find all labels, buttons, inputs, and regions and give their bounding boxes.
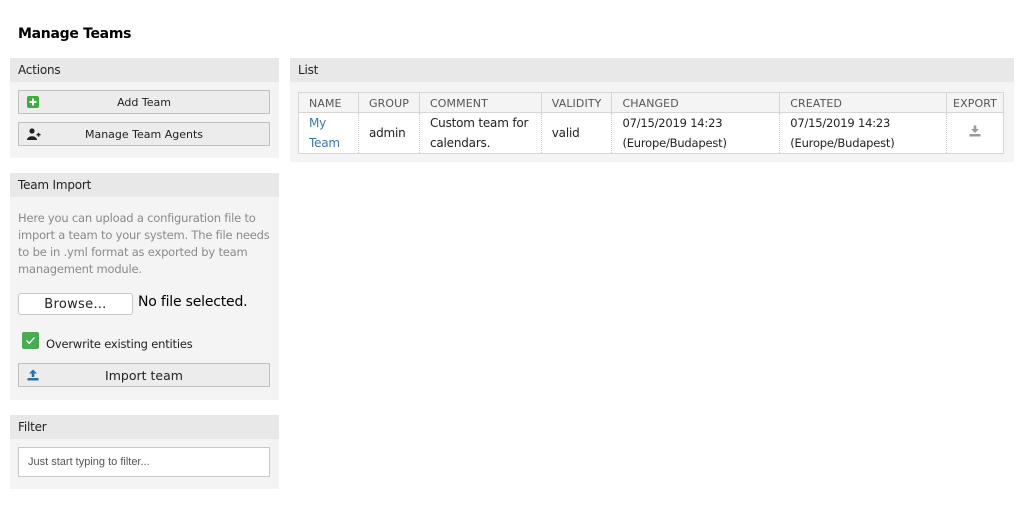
column-header-validity[interactable]: VALIDITY [541, 92, 613, 113]
overwrite-checkbox[interactable] [22, 332, 39, 349]
actions-widget: Actions Add Team Manage Team Agents [10, 58, 279, 158]
table-row[interactable]: My Team admin Custom team for calendars.… [298, 112, 1004, 154]
column-header-changed[interactable]: CHANGED [611, 92, 781, 113]
created-date: 07/15/2019 14:23 [790, 116, 891, 130]
cell-export [947, 113, 1004, 154]
filter-header: Filter [10, 415, 279, 439]
teams-table: NAME GROUP COMMENT VALIDITY CHANGED CREA… [298, 92, 1004, 154]
add-team-label: Add Team [117, 95, 171, 109]
column-header-created[interactable]: CREATED [779, 92, 948, 113]
plus-square-icon [27, 96, 39, 108]
column-header-export: EXPORT [946, 92, 1004, 113]
team-import-header: Team Import [10, 173, 279, 197]
list-widget: List NAME GROUP COMMENT VALIDITY CHANGED… [290, 58, 1014, 162]
download-icon[interactable] [969, 123, 981, 143]
check-icon [26, 337, 35, 345]
cell-changed: 07/15/2019 14:23 (Europe/Budapest) [611, 112, 781, 154]
page-title: Manage Teams [18, 26, 132, 42]
column-header-name[interactable]: NAME [298, 92, 359, 113]
filter-widget: Filter [10, 415, 279, 489]
cell-comment: Custom team for calendars. [419, 112, 542, 154]
cell-group: admin [358, 112, 420, 154]
manage-team-agents-label: Manage Team Agents [84, 127, 204, 141]
changed-date: 07/15/2019 14:23 [622, 116, 723, 130]
list-header: List [290, 58, 1014, 82]
import-description: Here you can upload a configuration file… [18, 211, 270, 276]
file-status: No file selected. [138, 294, 248, 310]
user-plus-icon [27, 128, 41, 140]
cell-created: 07/15/2019 14:23 (Europe/Budapest) [779, 112, 948, 154]
created-timezone: (Europe/Budapest) [790, 136, 895, 150]
manage-team-agents-button[interactable]: Manage Team Agents [18, 122, 270, 146]
column-header-group[interactable]: GROUP [358, 92, 420, 113]
team-name-link[interactable]: My Team [309, 113, 343, 153]
cell-validity: valid [541, 112, 613, 154]
import-team-button[interactable]: Import team [18, 363, 270, 387]
import-team-label: Import team [105, 367, 183, 383]
upload-icon [27, 369, 39, 381]
cell-name[interactable]: My Team [298, 112, 359, 154]
add-team-button[interactable]: Add Team [18, 90, 270, 114]
table-header-row: NAME GROUP COMMENT VALIDITY CHANGED CREA… [298, 92, 1004, 113]
filter-input[interactable] [18, 447, 270, 477]
team-import-widget: Team Import Here you can upload a config… [10, 173, 279, 400]
changed-timezone: (Europe/Budapest) [622, 136, 727, 150]
actions-header: Actions [10, 58, 279, 82]
browse-button[interactable]: Browse… [18, 293, 133, 315]
overwrite-label: Overwrite existing entities [46, 337, 193, 351]
column-header-comment[interactable]: COMMENT [419, 92, 542, 113]
